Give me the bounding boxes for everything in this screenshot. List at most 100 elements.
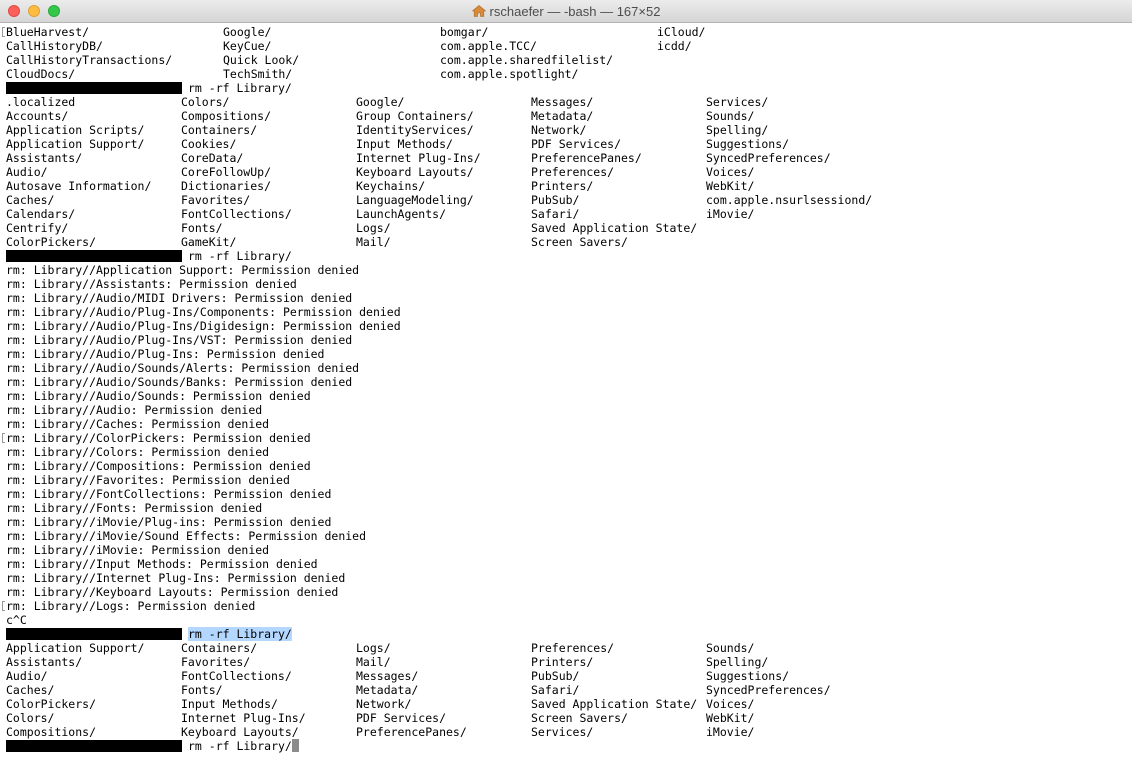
window-title: rschaefer — -bash — 167×52 [0,4,1132,19]
directory-entry: WebKit/ [706,711,755,725]
directory-entry: Application Support/ [6,641,145,655]
directory-entry: Logs/ [356,221,391,235]
directory-entry: PubSub/ [531,193,580,207]
command-text: rm -rf Library/ [188,81,292,95]
error-message: rm: Library//Favorites: Permission denie… [6,473,290,487]
error-message: rm: Library//iMovie/Plug-ins: Permission… [6,515,332,529]
error-message: rm: Library//Fonts: Permission denied [6,501,263,515]
directory-entry: icdd/ [657,39,692,53]
error-message: rm: Library//Audio/Plug-Ins: Permission … [6,347,325,361]
directory-entry: Metadata/ [356,683,419,697]
directory-entry: Keyboard Layouts/ [356,165,474,179]
directory-entry: KeyCue/ [223,39,272,53]
directory-entry: Colors/ [181,95,230,109]
directory-entry: CallHistoryTransactions/ [6,53,173,67]
directory-entry: com.apple.sharedfilelist/ [440,53,614,67]
directory-entry: iMovie/ [706,725,755,739]
directory-entry: PreferencePanes/ [531,151,642,165]
directory-entry: iMovie/ [706,207,755,221]
error-message: rm: Library//Audio/Plug-Ins/VST: Permiss… [6,333,353,347]
directory-entry: LanguageModeling/ [356,193,474,207]
text-cursor [291,739,299,752]
command-text: rm -rf Library/ [188,739,299,753]
redacted-prompt [6,740,182,752]
error-message: rm: Library//ColorPickers: Permission de… [6,431,311,445]
error-message: rm: Library//iMovie: Permission denied [6,543,270,557]
directory-entry: Voices/ [706,165,755,179]
error-message: rm: Library//Colors: Permission denied [6,445,270,459]
directory-entry: Suggestions/ [706,669,790,683]
directory-entry: Caches/ [6,193,55,207]
directory-entry: Saved Application State/ [531,221,698,235]
error-message: rm: Library//Keyboard Layouts: Permissio… [6,585,339,599]
directory-entry: Containers/ [181,123,258,137]
directory-entry: FontCollections/ [181,669,292,683]
directory-entry: Spelling/ [706,123,769,137]
directory-entry: PreferencePanes/ [356,725,467,739]
directory-entry: ColorPickers/ [6,235,97,249]
directory-entry: Dictionaries/ [181,179,272,193]
error-message: rm: Library//Application Support: Permis… [6,263,360,277]
directory-entry: Network/ [356,697,412,711]
directory-entry: TechSmith/ [223,67,293,81]
directory-entry: CloudDocs/ [6,67,76,81]
directory-entry: Services/ [706,95,769,109]
directory-entry: Sounds/ [706,109,755,123]
directory-entry: Logs/ [356,641,391,655]
error-message: rm: Library//iMovie/Sound Effects: Permi… [6,529,367,543]
directory-entry: SyncedPreferences/ [706,151,831,165]
directory-entry: Internet Plug-Ins/ [181,711,306,725]
directory-entry: com.apple.spotlight/ [440,67,579,81]
directory-entry: Mail/ [356,235,391,249]
error-message: rm: Library//Compositions: Permission de… [6,459,311,473]
directory-entry: Messages/ [531,95,594,109]
directory-entry: LaunchAgents/ [356,207,447,221]
directory-entry: Fonts/ [181,221,223,235]
interrupt-text: c^C [6,613,27,627]
directory-entry: Spelling/ [706,655,769,669]
redacted-prompt [6,628,182,640]
directory-entry: Input Methods/ [356,137,453,151]
directory-entry: Google/ [356,95,405,109]
directory-entry: GameKit/ [181,235,237,249]
directory-entry: Fonts/ [181,683,223,697]
terminal-output[interactable]: BlueHarvest/Google/bomgar/iCloud/CallHis… [0,23,1132,758]
directory-entry: Compositions/ [181,109,272,123]
command-text: rm -rf Library/ [188,627,292,641]
directory-entry: Quick Look/ [223,53,300,67]
directory-entry: Calendars/ [6,207,76,221]
directory-entry: com.apple.TCC/ [440,39,537,53]
directory-entry: Safari/ [531,683,580,697]
directory-entry: Centrify/ [6,221,69,235]
error-message: rm: Library//Assistants: Permission deni… [6,277,297,291]
directory-entry: Suggestions/ [706,137,790,151]
redacted-prompt [6,82,182,94]
title-bar[interactable]: rschaefer — -bash — 167×52 [0,0,1132,23]
directory-entry: FontCollections/ [181,207,292,221]
directory-entry: .localized [6,95,76,109]
directory-entry: com.apple.nsurlsessiond/ [706,193,873,207]
directory-entry: Google/ [223,25,272,39]
error-message: rm: Library//Audio/MIDI Drivers: Permiss… [6,291,353,305]
error-message: rm: Library//Audio: Permission denied [6,403,263,417]
directory-entry: Audio/ [6,669,48,683]
window-title-text: rschaefer — -bash — 167×52 [489,4,661,19]
directory-entry: PubSub/ [531,669,580,683]
error-message: rm: Library//Internet Plug-Ins: Permissi… [6,571,346,585]
directory-entry: Containers/ [181,641,258,655]
error-message: rm: Library//Logs: Permission denied [6,599,256,613]
directory-entry: SyncedPreferences/ [706,683,831,697]
error-message: rm: Library//Audio/Sounds: Permission de… [6,389,311,403]
directory-entry: CoreFollowUp/ [181,165,272,179]
directory-entry: Accounts/ [6,109,69,123]
error-message: rm: Library//Input Methods: Permission d… [6,557,318,571]
directory-entry: Colors/ [6,711,55,725]
directory-entry: Network/ [531,123,587,137]
directory-entry: Saved Application State/ [531,697,698,711]
directory-entry: Screen Savers/ [531,235,628,249]
directory-entry: Favorites/ [181,193,251,207]
directory-entry: ColorPickers/ [6,697,97,711]
directory-entry: Preferences/ [531,165,615,179]
directory-entry: iCloud/ [657,25,706,39]
directory-entry: Messages/ [356,669,419,683]
